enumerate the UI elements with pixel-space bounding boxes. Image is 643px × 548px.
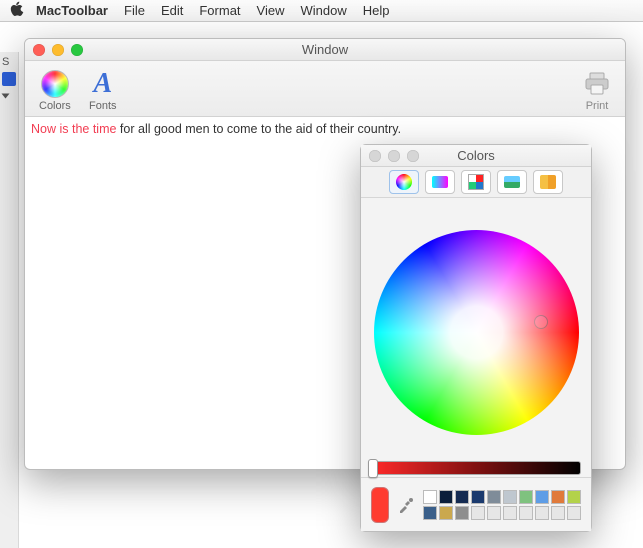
sidebar-header: S (2, 56, 9, 68)
color-wheel-cursor[interactable] (534, 315, 548, 329)
swatch-cell[interactable] (471, 490, 485, 504)
brightness-slider-knob[interactable] (368, 459, 378, 478)
sidebar-selected-row (2, 72, 16, 86)
window-zoom-button[interactable] (71, 44, 83, 56)
colors-minimize-button[interactable] (388, 150, 400, 162)
swatch-cell[interactable] (535, 506, 549, 520)
window-traffic-lights (33, 44, 83, 56)
picker-tab-palettes[interactable] (461, 170, 491, 194)
swatch-cell[interactable] (551, 490, 565, 504)
brightness-slider[interactable] (371, 461, 581, 475)
swatch-cell[interactable] (567, 506, 581, 520)
menu-format[interactable]: Format (199, 3, 240, 18)
document-highlight-text: Now is the time (31, 122, 116, 136)
toolbar-colors-button[interactable]: Colors (39, 70, 71, 112)
swatch-cell[interactable] (423, 490, 437, 504)
fonts-icon: A (93, 70, 112, 98)
swatch-cell[interactable] (567, 490, 581, 504)
menubar: MacToolbar File Edit Format View Window … (0, 0, 643, 22)
window-toolbar: Colors A Fonts Print (25, 61, 625, 117)
menu-help[interactable]: Help (363, 3, 390, 18)
palettes-icon (468, 174, 484, 190)
swatch-cell[interactable] (439, 506, 453, 520)
colors-panel-titlebar[interactable]: Colors (361, 145, 591, 167)
toolbar-colors-label: Colors (39, 100, 71, 112)
swatch-cell[interactable] (439, 490, 453, 504)
window-close-button[interactable] (33, 44, 45, 56)
colors-zoom-button[interactable] (407, 150, 419, 162)
swatch-cell[interactable] (487, 490, 501, 504)
background-sidebar: S (0, 52, 19, 548)
picker-tab-crayons[interactable] (533, 170, 563, 194)
colors-panel-traffic-lights (369, 150, 419, 162)
window-minimize-button[interactable] (52, 44, 64, 56)
swatch-cell[interactable] (471, 506, 485, 520)
color-wheel-icon (41, 70, 69, 98)
toolbar-fonts-button[interactable]: A Fonts (89, 70, 117, 112)
crayons-icon (540, 175, 556, 189)
document-rest-text: for all good men to come to the aid of t… (116, 122, 401, 136)
current-color-swatch[interactable] (371, 487, 389, 523)
picker-tab-sliders[interactable] (425, 170, 455, 194)
image-icon (504, 176, 520, 188)
color-wheel-icon (396, 174, 412, 190)
app-menu[interactable]: MacToolbar (36, 3, 108, 18)
sliders-icon (432, 176, 448, 188)
swatch-bar (361, 477, 591, 531)
swatch-cell[interactable] (551, 506, 565, 520)
menu-view[interactable]: View (257, 3, 285, 18)
color-wheel[interactable] (374, 230, 579, 435)
swatch-cell[interactable] (503, 490, 517, 504)
swatch-cell[interactable] (503, 506, 517, 520)
picker-tab-image[interactable] (497, 170, 527, 194)
color-picker-mode-tabs (361, 167, 591, 198)
printer-icon (583, 70, 611, 98)
swatch-cell[interactable] (487, 506, 501, 520)
toolbar-fonts-label: Fonts (89, 100, 117, 112)
saved-swatches (423, 490, 581, 520)
swatch-cell[interactable] (455, 506, 469, 520)
disclosure-triangle-icon (2, 94, 10, 99)
apple-menu-icon[interactable] (10, 1, 24, 20)
eyedropper-button[interactable] (397, 496, 415, 514)
window-title: Window (25, 42, 625, 57)
colors-panel: Colors (360, 144, 592, 532)
menu-edit[interactable]: Edit (161, 3, 183, 18)
picker-tab-wheel[interactable] (389, 170, 419, 194)
swatch-cell[interactable] (455, 490, 469, 504)
menu-file[interactable]: File (124, 3, 145, 18)
colors-close-button[interactable] (369, 150, 381, 162)
swatch-cell[interactable] (535, 490, 549, 504)
toolbar-print-button[interactable]: Print (583, 70, 611, 112)
swatch-cell[interactable] (519, 506, 533, 520)
window-titlebar[interactable]: Window (25, 39, 625, 61)
swatch-cell[interactable] (423, 506, 437, 520)
document-text-area[interactable]: Now is the time for all good men to come… (25, 117, 625, 141)
swatch-cell[interactable] (519, 490, 533, 504)
menu-window[interactable]: Window (300, 3, 346, 18)
toolbar-print-label: Print (586, 100, 609, 112)
